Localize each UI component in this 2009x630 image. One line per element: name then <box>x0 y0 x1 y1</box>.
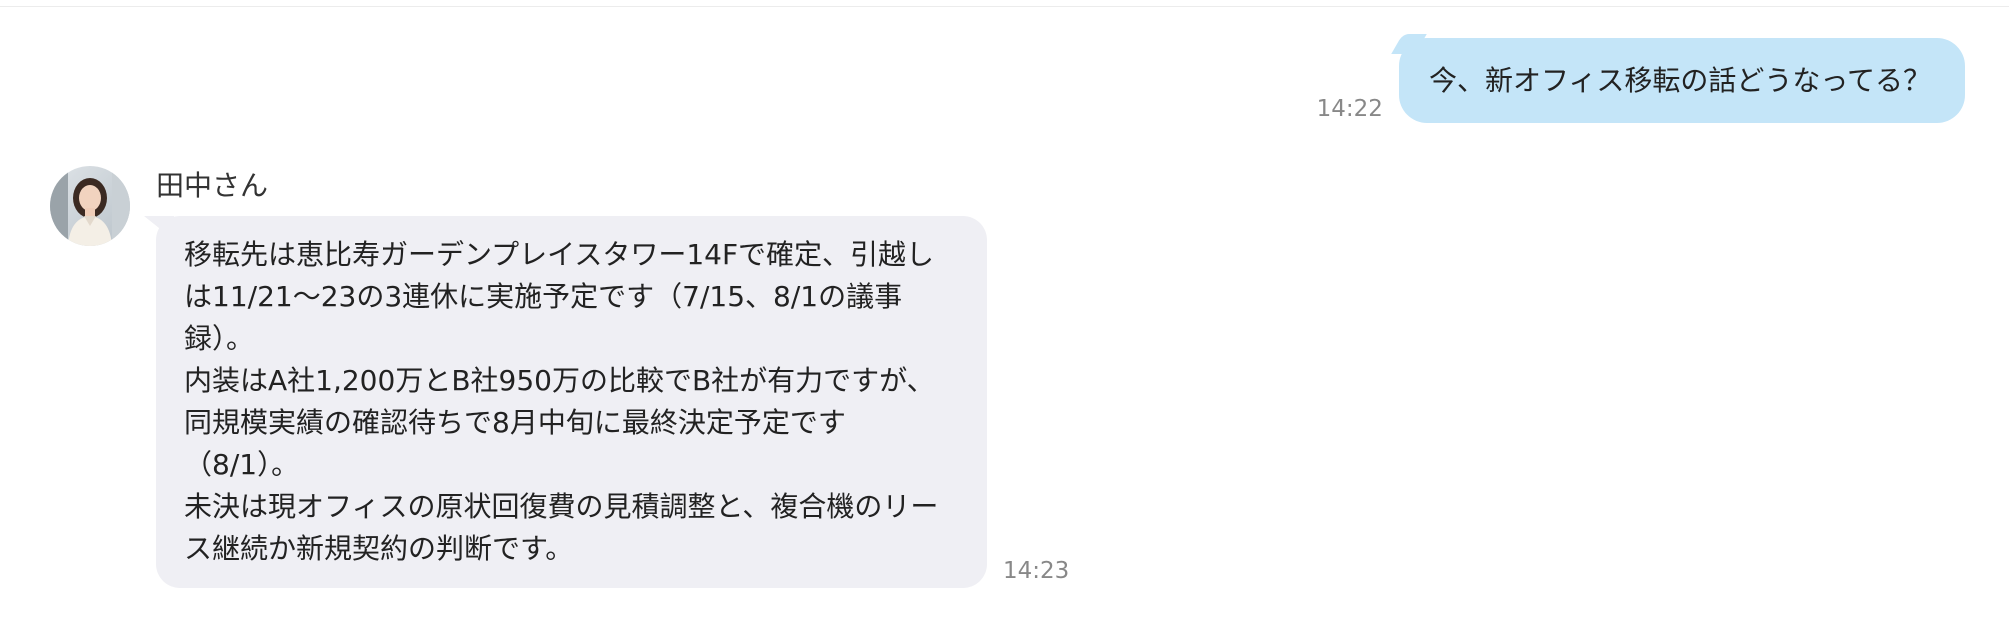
message-line: は11/21〜23の3連休に実施予定です（7/15、8/1の議事 <box>184 280 903 313</box>
outgoing-bubble[interactable]: 今、新オフィス移転の話どうなってる？ <box>1398 38 1965 123</box>
incoming-timestamp: 14:23 <box>1003 558 1070 584</box>
message-line: ス継続か新規契約の判断です。 <box>184 532 574 565</box>
message-line: （8/1）。 <box>184 448 300 481</box>
incoming-bubble[interactable]: 移転先は恵比寿ガーデンプレイスタワー14Fで確定、引越し は11/21〜23の3… <box>156 216 987 588</box>
person-avatar-icon <box>50 166 130 246</box>
outgoing-message: 14:22 今、新オフィス移転の話どうなってる？ <box>1317 38 1965 123</box>
outgoing-timestamp: 14:22 <box>1316 96 1383 122</box>
message-line: 移転先は恵比寿ガーデンプレイスタワー14Fで確定、引越し <box>184 238 935 271</box>
message-line: 内装はA社1,200万とB社950万の比較でB社が有力ですが、 <box>184 364 935 397</box>
message-line: 録）。 <box>184 322 255 355</box>
sender-avatar[interactable] <box>50 166 130 246</box>
message-line: 未決は現オフィスの原状回復費の見積調整と、複合機のリー <box>184 490 939 523</box>
message-line: 同規模実績の確認待ちで8月中旬に最終決定予定です <box>184 406 846 439</box>
sender-name: 田中さん <box>156 169 269 202</box>
top-divider <box>0 0 2009 7</box>
incoming-message: 移転先は恵比寿ガーデンプレイスタワー14Fで確定、引越し は11/21〜23の3… <box>156 216 1069 588</box>
